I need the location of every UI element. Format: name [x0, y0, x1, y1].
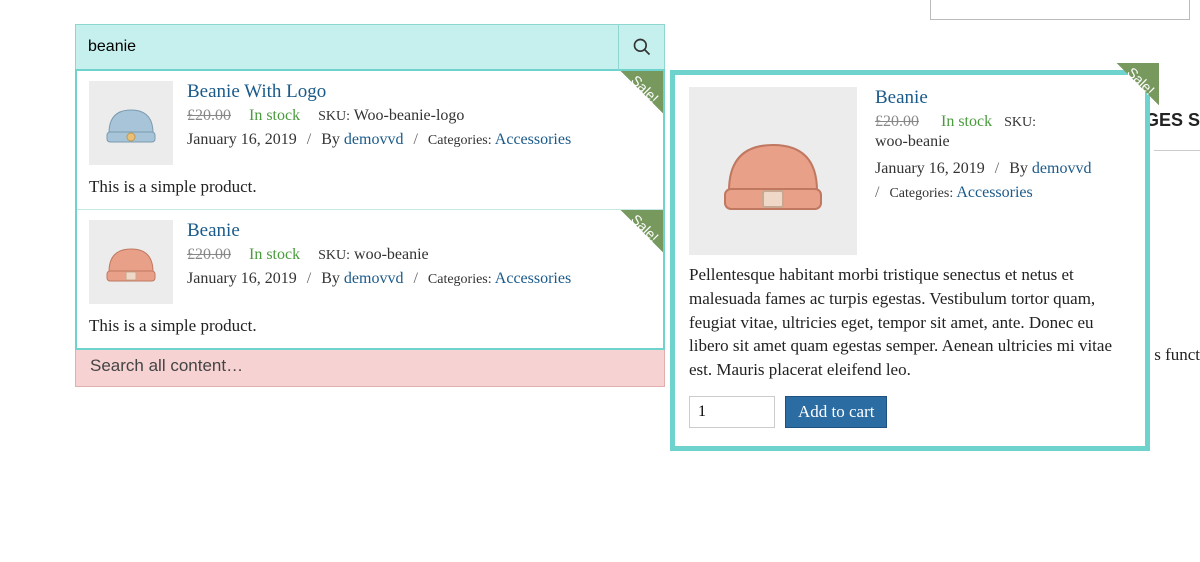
author-link[interactable]: demovvd	[344, 131, 404, 148]
search-icon	[632, 37, 652, 57]
search-result-item[interactable]: Sale! Beanie With Logo £20.00 In stock S…	[77, 71, 663, 210]
categories-label: Categories:	[889, 186, 953, 201]
category-link[interactable]: Accessories	[956, 184, 1032, 201]
sku-value: woo-beanie	[354, 246, 429, 263]
by-label: By	[321, 270, 340, 287]
product-preview-thumbnail	[689, 87, 857, 255]
category-link[interactable]: Accessories	[495, 270, 571, 287]
categories-label: Categories:	[428, 272, 492, 287]
search-results-dropdown: Sale! Beanie With Logo £20.00 In stock S…	[75, 69, 665, 350]
search-all-content-link[interactable]: Search all content…	[75, 350, 665, 387]
preview-date: January 16, 2019	[875, 160, 985, 177]
old-price: £20.00	[875, 113, 919, 130]
preview-description: Pellentesque habitant morbi tristique se…	[689, 263, 1131, 382]
stock-status: In stock	[249, 246, 300, 264]
search-input[interactable]	[76, 38, 618, 56]
result-date: January 16, 2019	[187, 131, 297, 148]
categories-label: Categories:	[428, 133, 492, 148]
by-label: By	[1009, 160, 1028, 177]
sku-value: woo-beanie	[875, 133, 1131, 151]
author-link[interactable]: demovvd	[1032, 160, 1092, 177]
search-bar	[75, 24, 665, 70]
sku-label: SKU:	[318, 109, 350, 124]
beanie-icon	[101, 237, 161, 287]
stock-status: In stock	[941, 113, 992, 130]
product-title[interactable]: Beanie	[187, 220, 651, 242]
result-excerpt: This is a simple product.	[89, 177, 651, 197]
category-link[interactable]: Accessories	[495, 131, 571, 148]
by-label: By	[321, 131, 340, 148]
sku-label: SKU:	[318, 248, 350, 263]
sale-badge: Sale!	[603, 71, 663, 131]
beanie-icon	[713, 121, 833, 221]
sku-value: Woo-beanie-logo	[354, 107, 465, 124]
search-button[interactable]	[618, 24, 664, 70]
old-price: £20.00	[187, 107, 231, 125]
stock-status: In stock	[249, 107, 300, 125]
search-widget: Sale! Beanie With Logo £20.00 In stock S…	[75, 24, 665, 387]
author-link[interactable]: demovvd	[344, 270, 404, 287]
preview-title[interactable]: Beanie	[875, 87, 1131, 109]
clipped-text: s funct	[1154, 345, 1200, 365]
clipped-divider	[1154, 150, 1200, 151]
obscured-search-box	[930, 0, 1190, 20]
sku-label: SKU:	[1004, 115, 1036, 130]
product-thumbnail	[89, 81, 173, 165]
old-price: £20.00	[187, 246, 231, 264]
add-to-cart-button[interactable]: Add to cart	[785, 396, 887, 428]
beanie-icon	[101, 98, 161, 148]
product-title[interactable]: Beanie With Logo	[187, 81, 651, 103]
result-excerpt: This is a simple product.	[89, 316, 651, 336]
search-result-item[interactable]: Sale! Beanie £20.00 In stock SKU: woo-be…	[77, 210, 663, 348]
sale-badge: Sale!	[603, 210, 663, 270]
quantity-input[interactable]	[689, 396, 775, 428]
product-thumbnail	[89, 220, 173, 304]
product-preview-panel: Sale! Beanie £20.00 In stock SKU: woo-be…	[670, 70, 1150, 451]
result-date: January 16, 2019	[187, 270, 297, 287]
